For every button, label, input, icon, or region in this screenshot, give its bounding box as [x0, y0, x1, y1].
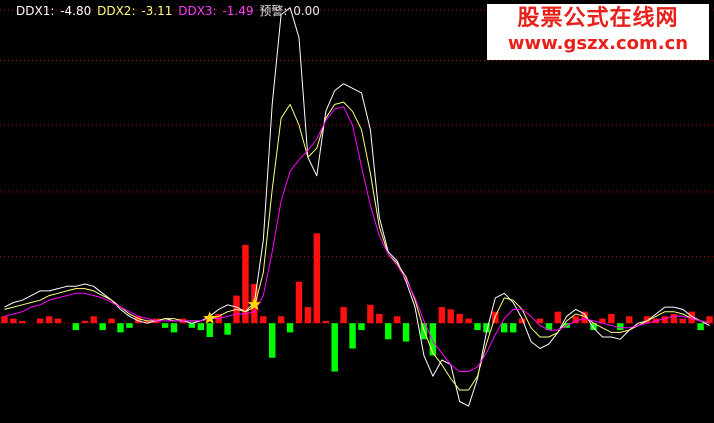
ddx-bar — [608, 313, 615, 324]
ddx-bar — [447, 309, 454, 324]
alert-label: 预警: — [259, 4, 288, 18]
ddx-bar — [385, 323, 392, 340]
ddx-bar — [501, 323, 508, 333]
ddx-bar — [161, 323, 169, 328]
ddx-bar — [358, 323, 365, 331]
ddx-bar — [340, 307, 347, 324]
ddx3-line — [4, 106, 710, 372]
ddx-bar — [277, 316, 285, 324]
ddx2-label: DDX2: — [97, 4, 136, 18]
ddx-bar — [126, 323, 133, 328]
ddx-bar — [99, 323, 106, 331]
ddx-bar — [670, 313, 678, 324]
ddx-bar — [224, 323, 231, 335]
ddx-bar — [697, 323, 704, 331]
ddx-bar — [376, 313, 383, 324]
ddx-bar — [554, 311, 562, 324]
ddx3-value: -1.49 — [222, 4, 254, 18]
ddx-bar — [19, 320, 26, 324]
ddx-bar — [313, 233, 321, 324]
ddx-indicator-chart — [0, 7, 714, 407]
ddx3-label: DDX3: — [178, 4, 217, 18]
ddx-bar — [295, 281, 303, 324]
ddx-bar — [509, 323, 517, 333]
ddx-bar — [304, 307, 312, 324]
ddx-bar — [474, 323, 481, 331]
ddx2-value: -3.11 — [141, 4, 173, 18]
watermark-title: 股票公式在线网 — [517, 6, 679, 31]
ddx-bar — [286, 323, 294, 333]
ddx-bar — [45, 316, 53, 324]
indicator-legend: DDX1: -4.80 DDX2: -3.11 DDX3: -1.49 预警: … — [16, 2, 322, 19]
ddx-bar — [661, 316, 669, 324]
ddx1-label: DDX1: — [16, 4, 55, 18]
ddx-bar — [456, 313, 463, 324]
ddx-bar — [438, 307, 446, 324]
ddx-bar — [188, 323, 196, 328]
ddx-bar — [108, 318, 115, 324]
ddx-bar — [617, 323, 624, 331]
ddx-bar — [331, 323, 338, 372]
ddx-bar — [679, 318, 686, 324]
ddx-bar — [197, 323, 205, 331]
ddx-bar — [367, 304, 374, 324]
ddx-bar — [402, 323, 410, 342]
ddx-bars — [1, 233, 713, 372]
ddx-bar — [90, 316, 97, 324]
ddx1-line — [4, 7, 710, 407]
ddx-bar — [36, 318, 44, 324]
ddx-bar — [429, 323, 437, 356]
ddx-bar — [1, 316, 8, 324]
ddx-bar — [54, 318, 62, 324]
ddx-bar — [322, 320, 329, 324]
ddx-bar — [268, 323, 276, 358]
ddx-bar — [206, 323, 213, 338]
ddx-bar — [260, 316, 267, 324]
ddx-bar — [625, 316, 633, 324]
ddx-bar — [10, 318, 17, 324]
ddx1-value: -4.80 — [60, 4, 92, 18]
watermark-url: www.gszx.com.cn — [507, 33, 689, 54]
ddx-lines — [4, 7, 710, 407]
ddx-bar — [349, 323, 356, 349]
ddx-bar — [465, 318, 472, 324]
ddx-bar — [170, 323, 178, 333]
ddx-bar — [117, 323, 124, 333]
site-watermark: 股票公式在线网 www.gszx.com.cn — [487, 4, 709, 60]
alert-value: 0.00 — [293, 4, 320, 18]
ddx-bar — [72, 323, 80, 331]
ddx-bar — [393, 316, 401, 324]
ddx-bar — [81, 320, 89, 324]
